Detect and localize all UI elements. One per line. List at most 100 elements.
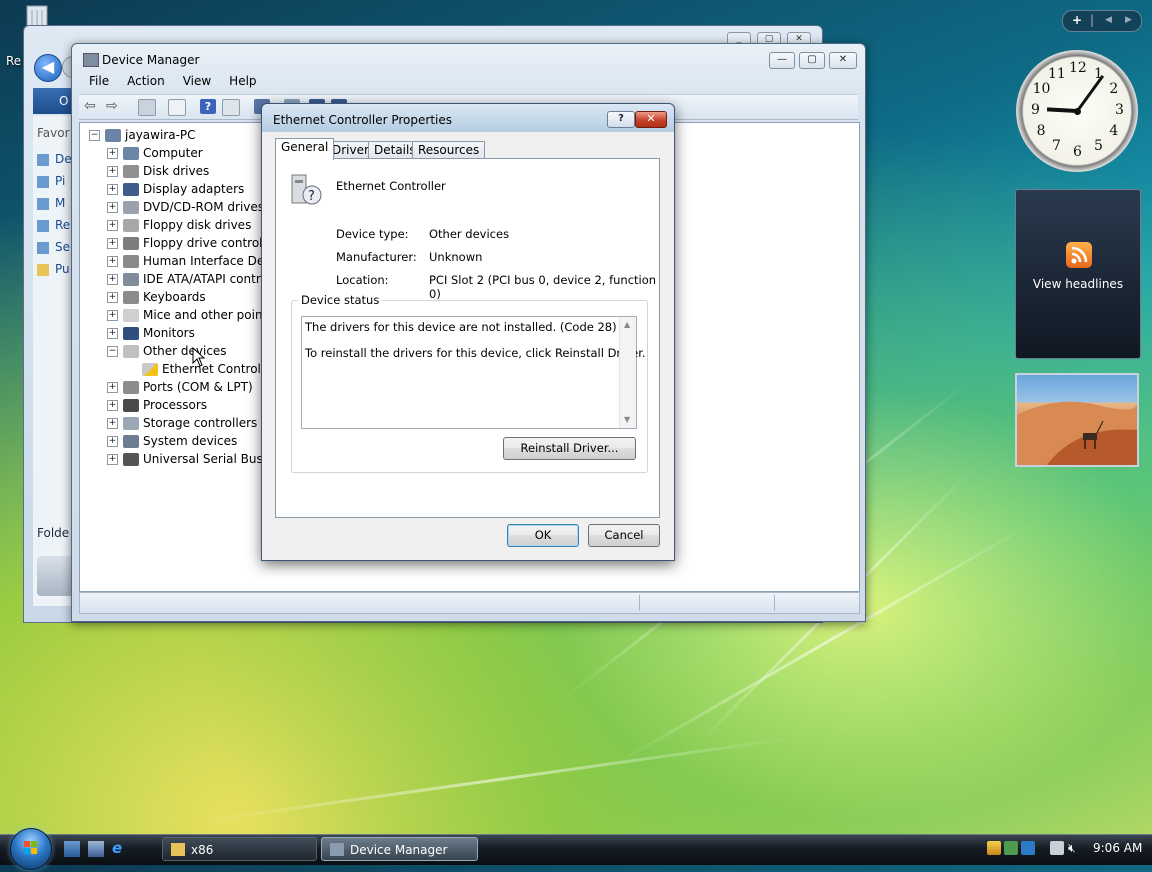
expand-icon[interactable]: + bbox=[107, 220, 118, 231]
cancel-button[interactable]: Cancel bbox=[588, 524, 660, 547]
device-status-legend: Device status bbox=[298, 293, 383, 307]
collapse-icon[interactable]: − bbox=[89, 130, 100, 141]
show-hide-tree-icon[interactable] bbox=[138, 99, 156, 116]
expand-icon[interactable]: + bbox=[107, 382, 118, 393]
expand-icon[interactable]: + bbox=[107, 274, 118, 285]
expand-icon[interactable]: + bbox=[107, 256, 118, 267]
menu-action[interactable]: Action bbox=[118, 72, 174, 90]
add-gadget-button[interactable]: + bbox=[1072, 13, 1082, 27]
reinstall-driver-button[interactable]: Reinstall Driver... bbox=[503, 437, 636, 460]
sidebar-item[interactable]: M bbox=[37, 196, 65, 210]
back-icon[interactable]: ⇦ bbox=[84, 99, 100, 114]
next-page-icon[interactable]: ▶ bbox=[1125, 15, 1132, 25]
control-panel-icon bbox=[37, 556, 73, 596]
tab-resources[interactable]: Resources bbox=[412, 141, 486, 159]
folders-label[interactable]: Folde bbox=[37, 526, 69, 540]
tree-item-processors[interactable]: + Processors bbox=[107, 396, 207, 414]
sidebar-item[interactable]: Re bbox=[37, 218, 70, 232]
tree-item-floppy-drive-controllers[interactable]: + Floppy drive controllers bbox=[107, 234, 284, 252]
clock-minute-hand bbox=[1075, 74, 1105, 112]
help-icon[interactable]: ? bbox=[200, 99, 216, 114]
tree-root[interactable]: − jayawira-PC bbox=[89, 126, 196, 144]
vertical-scrollbar[interactable]: ▲ ▼ bbox=[619, 317, 636, 428]
tree-item-computer[interactable]: + Computer bbox=[107, 144, 203, 162]
properties-dialog[interactable]: Ethernet Controller Properties ? ✕ Gener… bbox=[261, 103, 675, 561]
switch-windows-icon[interactable] bbox=[88, 841, 104, 857]
expand-icon[interactable]: + bbox=[107, 148, 118, 159]
expand-icon[interactable]: + bbox=[107, 202, 118, 213]
ok-button[interactable]: OK bbox=[507, 524, 579, 547]
help-button[interactable]: ? bbox=[607, 111, 635, 128]
tree-item-keyboards[interactable]: + Keyboards bbox=[107, 288, 206, 306]
tree-item-dvd-cd-rom-drives[interactable]: + DVD/CD-ROM drives bbox=[107, 198, 264, 216]
manufacturer-value: Unknown bbox=[429, 250, 483, 264]
menu-file[interactable]: File bbox=[80, 72, 118, 90]
clock-gadget[interactable]: 12 1 2 3 4 5 6 7 8 9 10 11 bbox=[1016, 50, 1138, 172]
previous-page-icon[interactable]: ◀ bbox=[1105, 15, 1112, 25]
folder-icon bbox=[171, 843, 185, 856]
expand-icon[interactable]: + bbox=[107, 292, 118, 303]
forward-icon[interactable]: ⇨ bbox=[106, 99, 122, 114]
tree-child-ethernet-controller[interactable]: Ethernet Controller bbox=[142, 360, 277, 378]
taskbar-button-device-manager[interactable]: Device Manager bbox=[321, 837, 478, 861]
sidebar-item[interactable]: De bbox=[37, 152, 72, 166]
tree-item-storage-controllers[interactable]: + Storage controllers bbox=[107, 414, 257, 432]
computer-icon bbox=[123, 147, 139, 160]
view-headlines-link[interactable]: View headlines bbox=[1016, 277, 1140, 291]
slideshow-gadget[interactable] bbox=[1015, 373, 1139, 467]
tree-item-ports-com-lpt[interactable]: + Ports (COM & LPT) bbox=[107, 378, 253, 396]
network-icon[interactable] bbox=[1050, 841, 1064, 855]
properties-icon[interactable] bbox=[168, 99, 186, 116]
show-desktop-icon[interactable] bbox=[64, 841, 80, 857]
sidebar-item[interactable]: Pi bbox=[37, 174, 65, 188]
taskbar-button-x86[interactable]: x86 bbox=[162, 837, 317, 861]
tree-item-system-devices[interactable]: + System devices bbox=[107, 432, 237, 450]
clock-number: 9 bbox=[1031, 102, 1040, 118]
windows-update-icon[interactable] bbox=[1021, 841, 1035, 855]
tree-item-monitors[interactable]: + Monitors bbox=[107, 324, 195, 342]
view-icon[interactable] bbox=[222, 99, 240, 116]
tree-item-floppy-disk-drives[interactable]: + Floppy disk drives bbox=[107, 216, 251, 234]
device-status-group: Device status The drivers for this devic… bbox=[291, 293, 648, 473]
volume-muted-icon[interactable]: 🔇︎ bbox=[1068, 841, 1082, 855]
collapse-icon[interactable]: − bbox=[107, 346, 118, 357]
close-button[interactable]: ✕ bbox=[829, 52, 857, 69]
expand-icon[interactable]: + bbox=[107, 454, 118, 465]
sidebar-item[interactable]: Pu bbox=[37, 262, 70, 276]
rss-icon bbox=[1066, 242, 1092, 268]
tab-general[interactable]: General bbox=[275, 138, 335, 160]
expand-icon[interactable]: + bbox=[107, 400, 118, 411]
display-adapter-icon bbox=[123, 183, 139, 196]
scroll-down-icon[interactable]: ▼ bbox=[624, 415, 630, 424]
status-separator bbox=[639, 595, 640, 611]
internet-explorer-icon[interactable]: e bbox=[112, 841, 128, 857]
tree-item-other-devices[interactable]: − Other devices bbox=[107, 342, 227, 360]
maximize-button[interactable]: ▢ bbox=[799, 52, 825, 69]
clock-number: 5 bbox=[1094, 138, 1103, 155]
expand-icon[interactable]: + bbox=[107, 310, 118, 321]
back-arrow-icon[interactable]: ◀ bbox=[34, 54, 62, 82]
expand-icon[interactable]: + bbox=[107, 328, 118, 339]
menu-help[interactable]: Help bbox=[220, 72, 265, 90]
expand-icon[interactable]: + bbox=[107, 238, 118, 249]
security-shield-icon[interactable] bbox=[987, 841, 1001, 855]
feed-headlines-gadget[interactable]: View headlines bbox=[1015, 189, 1141, 359]
menu-view[interactable]: View bbox=[174, 72, 220, 90]
scroll-up-icon[interactable]: ▲ bbox=[624, 320, 630, 329]
minimize-button[interactable]: — bbox=[769, 52, 795, 69]
expand-icon[interactable]: + bbox=[107, 418, 118, 429]
expand-icon[interactable]: + bbox=[107, 436, 118, 447]
network-warning-icon[interactable] bbox=[1004, 841, 1018, 855]
taskbar-clock[interactable]: 9:06 AM bbox=[1093, 841, 1142, 855]
monitor-icon bbox=[123, 327, 139, 340]
expand-icon[interactable]: + bbox=[107, 184, 118, 195]
tree-item-display-adapters[interactable]: + Display adapters bbox=[107, 180, 244, 198]
device-status-textbox[interactable]: The drivers for this device are not inst… bbox=[301, 316, 646, 429]
expand-icon[interactable]: + bbox=[107, 166, 118, 177]
clock-number: 3 bbox=[1115, 102, 1124, 118]
system-icon bbox=[123, 435, 139, 448]
tree-item-disk-drives[interactable]: + Disk drives bbox=[107, 162, 209, 180]
sidebar-gadget-controls: + | ◀ ▶ bbox=[1062, 10, 1142, 32]
sidebar-item[interactable]: Se bbox=[37, 240, 70, 254]
close-button[interactable]: ✕ bbox=[635, 111, 667, 128]
